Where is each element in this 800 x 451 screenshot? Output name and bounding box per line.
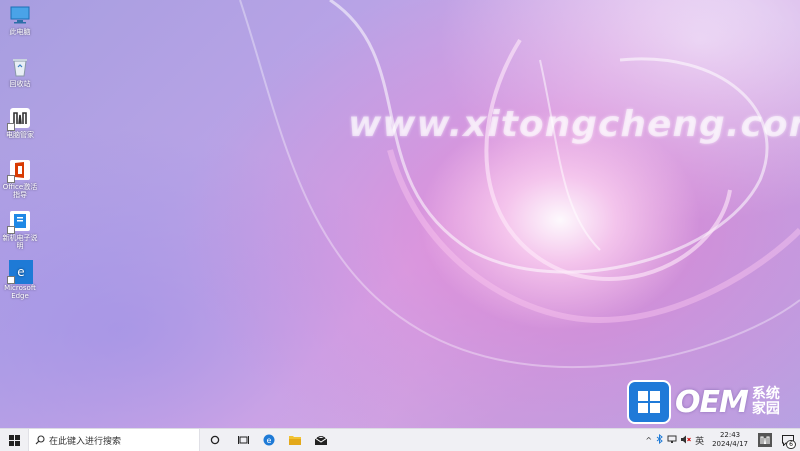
desktop-icon-this-pc[interactable]: 此电脑 (0, 4, 40, 36)
office-icon (7, 159, 31, 183)
pc-manager-icon (758, 433, 772, 447)
network-icon[interactable] (667, 435, 677, 446)
desktop-icon-label: 电脑管家 (6, 131, 34, 139)
desktop-icon-label: Office激活指导 (2, 183, 38, 199)
brand-cn-text: 系统 家园 (752, 387, 780, 417)
watermark-text: www.xitongcheng.com (348, 104, 800, 145)
recycle-bin-icon (9, 56, 31, 78)
cortana-icon (210, 435, 220, 445)
svg-text:e: e (17, 265, 24, 279)
svg-text:e: e (267, 436, 272, 445)
task-view-icon (237, 436, 249, 444)
task-view-button[interactable] (230, 429, 256, 451)
desktop-icon-office[interactable]: Office激活指导 (0, 159, 40, 199)
taskbar-edge-button[interactable]: e (256, 429, 282, 451)
pc-manager-tray-button[interactable] (754, 429, 776, 451)
search-icon (35, 435, 45, 445)
desktop-icon-label: Microsoft Edge (4, 284, 36, 300)
brand-cn-line1: 系统 (751, 386, 780, 402)
ime-indicator[interactable]: 英 (695, 434, 704, 447)
desktop-icon-manual[interactable]: 新机电子说明 (0, 210, 40, 250)
clock-time: 22:43 (719, 431, 741, 439)
desktop-icon-label: 新机电子说明 (2, 234, 38, 250)
desktop-icon-label: 回收站 (9, 80, 31, 88)
shortcut-arrow-icon (7, 276, 15, 284)
edge-icon: e (7, 260, 33, 284)
manual-icon (7, 210, 31, 234)
system-tray: ^ 英 22:43 2024/4/17 6 (643, 429, 800, 451)
chevron-up-icon[interactable]: ^ (645, 436, 652, 445)
shortcut-arrow-icon (7, 226, 15, 234)
notification-center-button[interactable]: 6 (776, 429, 800, 451)
bluetooth-icon[interactable] (656, 433, 663, 446)
cortana-button[interactable] (200, 429, 230, 451)
mail-icon (315, 435, 327, 445)
desktop-icon-pc-manager[interactable]: 电脑管家 (0, 107, 40, 139)
shortcut-arrow-icon (7, 175, 15, 183)
notification-count-badge: 6 (786, 440, 796, 449)
taskbar-explorer-button[interactable] (282, 429, 308, 451)
brand-cn-line2: 家园 (751, 401, 780, 417)
desktop-icon-label: 此电脑 (9, 28, 31, 36)
clock-date: 2024/4/17 (712, 440, 748, 448)
taskbar-mail-button[interactable] (308, 429, 334, 451)
volume-muted-icon[interactable] (681, 435, 691, 446)
folder-icon (289, 436, 301, 445)
taskbar-search-box[interactable]: 在此键入进行搜索 (28, 429, 200, 451)
desktop-icon-recycle-bin[interactable]: 回收站 (0, 56, 40, 88)
start-button[interactable] (0, 429, 28, 451)
desktop: www.xitongcheng.com 此电脑 回收站 电脑管家 Office激… (0, 0, 800, 428)
computer-icon (9, 4, 31, 26)
shortcut-arrow-icon (7, 123, 15, 131)
windows-logo-icon (627, 380, 671, 424)
pc-manager-icon (7, 107, 31, 131)
taskbar: 在此键入进行搜索 e ^ 英 22:43 2024/4/17 6 (0, 428, 800, 451)
wallpaper-swirl (239, 0, 800, 369)
oem-brand-logo: OEM 系统 家园 (627, 380, 780, 424)
edge-icon: e (263, 434, 275, 446)
desktop-icon-edge[interactable]: e Microsoft Edge (0, 260, 40, 300)
brand-text: OEM (675, 384, 749, 420)
clock[interactable]: 22:43 2024/4/17 (712, 431, 748, 449)
windows-start-icon (8, 434, 20, 446)
search-placeholder: 在此键入进行搜索 (49, 436, 122, 447)
